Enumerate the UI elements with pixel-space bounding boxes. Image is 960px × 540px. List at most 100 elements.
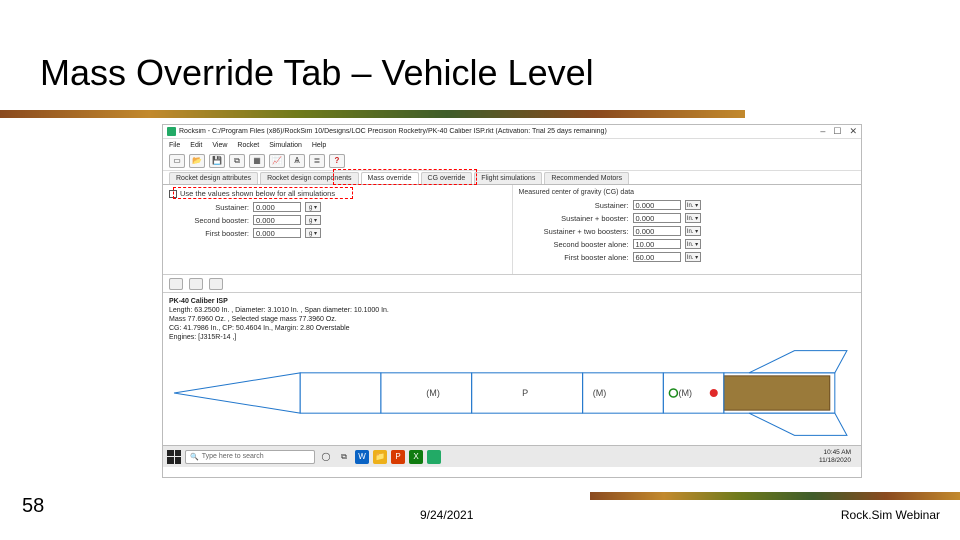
label-first-booster-mass: First booster: (169, 229, 249, 238)
input-second-booster-mass[interactable]: 0.000 (253, 215, 301, 225)
input-cg-second-alone[interactable]: 10.00 (633, 239, 681, 249)
list-icon[interactable]: ≣ (309, 154, 325, 168)
label-cg-sustainer: Sustainer: (519, 201, 629, 210)
slide-title: Mass Override Tab – Vehicle Level (40, 52, 594, 94)
expand-icon[interactable] (169, 278, 183, 290)
window-title: Rocksim - C:/Program Files (x86)/RockSim… (179, 128, 820, 135)
excel-icon[interactable]: X (409, 450, 423, 464)
menu-file[interactable]: File (169, 142, 180, 149)
input-cg-sust-booster[interactable]: 0.000 (633, 213, 681, 223)
unit-second-booster-mass[interactable]: g ▾ (305, 215, 321, 225)
row-cg-second-alone: Second booster alone: 10.00 In. ▾ (519, 239, 856, 249)
start-button[interactable] (167, 450, 181, 464)
row-first-booster-mass: First booster: 0.000 g ▾ (169, 228, 506, 238)
accent-ribbon-bottom (590, 492, 960, 500)
input-first-booster-mass[interactable]: 0.000 (253, 228, 301, 238)
task-view-icon[interactable]: ⧉ (337, 450, 351, 464)
search-icon: 🔍 (190, 453, 199, 461)
use-values-label: Use the values shown below for all simul… (180, 189, 335, 198)
cp-marker (710, 389, 718, 397)
menu-edit[interactable]: Edit (190, 142, 202, 149)
input-sustainer-mass[interactable]: 0.000 (253, 202, 301, 212)
unit-cg-sust-two[interactable]: In. ▾ (685, 226, 701, 236)
row-cg-sust-two: Sustainer + two boosters: 0.000 In. ▾ (519, 226, 856, 236)
rocket-line2: Mass 77.6960 Oz. , Selected stage mass 7… (169, 315, 855, 324)
grid-icon[interactable]: ▦ (249, 154, 265, 168)
tab-mass-override[interactable]: Mass override (361, 172, 419, 184)
chart-icon[interactable]: 📈 (269, 154, 285, 168)
unit-cg-second-alone[interactable]: In. ▾ (685, 239, 701, 249)
accent-ribbon-top (0, 110, 745, 118)
search-placeholder: Type here to search (202, 453, 264, 460)
rocket-line3: CG: 41.7986 In., CP: 50.4604 In., Margin… (169, 324, 855, 333)
row-cg-first-alone: First booster alone: 60.00 In. ▾ (519, 252, 856, 262)
open-icon[interactable]: 📂 (189, 154, 205, 168)
unit-cg-sust-booster[interactable]: In. ▾ (685, 213, 701, 223)
explorer-icon[interactable]: 📁 (373, 450, 387, 464)
rocket-preview-panel: PK-40 Caliber ISP Length: 63.2500 In. , … (163, 293, 861, 445)
tab-design-attributes[interactable]: Rocket design attributes (169, 172, 258, 184)
cortana-icon[interactable]: ◯ (319, 450, 333, 464)
collapse-icon[interactable] (189, 278, 203, 290)
tower-icon[interactable]: Ѧ (289, 154, 305, 168)
label-second-booster-mass: Second booster: (169, 216, 249, 225)
tab-flight-sims[interactable]: Flight simulations (474, 172, 542, 184)
menu-help[interactable]: Help (312, 142, 326, 149)
tab-bar: Rocket design attributes Rocket design c… (163, 171, 861, 185)
word-icon[interactable]: W (355, 450, 369, 464)
copy-icon[interactable]: ⧉ (229, 154, 245, 168)
footer-label: Rock.Sim Webinar (841, 508, 940, 522)
powerpoint-icon[interactable]: P (391, 450, 405, 464)
use-values-checkbox[interactable] (169, 190, 177, 198)
mass-override-left: Use the values shown below for all simul… (163, 185, 513, 274)
rocket-line1: Length: 63.2500 In. , Diameter: 3.1010 I… (169, 306, 855, 315)
component-icon[interactable] (209, 278, 223, 290)
tab-cg-override[interactable]: CG override (421, 172, 473, 184)
clock-date: 11/18/2020 (819, 457, 851, 465)
label-cg-second-alone: Second booster alone: (519, 240, 629, 249)
window-maximize-button[interactable]: ☐ (833, 126, 841, 137)
app-logo (167, 127, 176, 136)
menu-bar: File Edit View Rocket Simulation Help (163, 139, 861, 151)
rocket-line4: Engines: [J315R-14 ,] (169, 333, 855, 342)
label-sustainer-mass: Sustainer: (169, 203, 249, 212)
window-titlebar: Rocksim - C:/Program Files (x86)/RockSim… (163, 125, 861, 139)
unit-cg-first-alone[interactable]: In. ▾ (685, 252, 701, 262)
tab-recommended-motors[interactable]: Recommended Motors (544, 172, 629, 184)
unit-cg-sustainer[interactable]: In. ▾ (685, 200, 701, 210)
page-number: 58 (22, 495, 44, 518)
input-cg-first-alone[interactable]: 60.00 (633, 252, 681, 262)
help-icon[interactable]: ? (329, 154, 345, 168)
footer-date: 9/24/2021 (420, 508, 473, 522)
component-toolbar (163, 275, 861, 293)
row-sustainer-mass: Sustainer: 0.000 g ▾ (169, 202, 506, 212)
new-icon[interactable]: ▭ (169, 154, 185, 168)
menu-view[interactable]: View (212, 142, 227, 149)
unit-first-booster-mass[interactable]: g ▾ (305, 228, 321, 238)
windows-taskbar: 🔍 Type here to search ◯ ⧉ W 📁 P X 10:45 … (163, 445, 861, 467)
window-minimize-button[interactable]: – (820, 126, 825, 137)
input-cg-sustainer[interactable]: 0.000 (633, 200, 681, 210)
label-cg-first-alone: First booster alone: (519, 253, 629, 262)
menu-simulation[interactable]: Simulation (269, 142, 302, 149)
unit-sustainer-mass[interactable]: g ▾ (305, 202, 321, 212)
menu-rocket[interactable]: Rocket (237, 142, 259, 149)
tab-design-components[interactable]: Rocket design components (260, 172, 358, 184)
marker-m2: (M) (593, 388, 607, 398)
rocksim-icon[interactable] (427, 450, 441, 464)
clock-time: 10:45 AM (819, 449, 851, 457)
window-close-button[interactable]: ✕ (849, 126, 857, 137)
cg-marker (669, 389, 677, 397)
taskbar-search[interactable]: 🔍 Type here to search (185, 450, 315, 464)
row-second-booster-mass: Second booster: 0.000 g ▾ (169, 215, 506, 225)
taskbar-clock[interactable]: 10:45 AM 11/18/2020 (819, 449, 857, 465)
marker-m1: (M) (426, 388, 440, 398)
input-cg-sust-two[interactable]: 0.000 (633, 226, 681, 236)
rocket-info-text: PK-40 Caliber ISP Length: 63.2500 In. , … (169, 297, 855, 342)
save-icon[interactable]: 💾 (209, 154, 225, 168)
marker-p: P (522, 388, 528, 398)
rocket-name: PK-40 Caliber ISP (169, 297, 855, 306)
cg-data-panel: Measured center of gravity (CG) data Sus… (513, 185, 862, 274)
toolbar: ▭ 📂 💾 ⧉ ▦ 📈 Ѧ ≣ ? (163, 151, 861, 171)
label-cg-sust-two: Sustainer + two boosters: (519, 227, 629, 236)
